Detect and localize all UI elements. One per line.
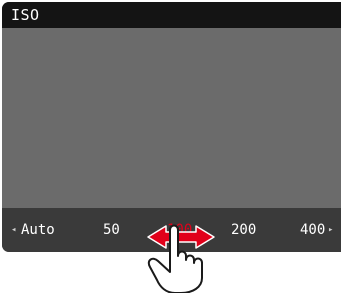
chevron-right-icon[interactable]: ▸ <box>328 225 333 235</box>
iso-option-200[interactable]: 200 <box>231 221 256 239</box>
iso-selector-bar[interactable]: ◂ Auto 50 100 200 400 ▸ <box>2 208 341 252</box>
menu-header: ISO <box>2 2 341 28</box>
iso-option-50[interactable]: 50 <box>103 221 120 239</box>
chevron-left-icon[interactable]: ◂ <box>11 225 16 235</box>
menu-title: ISO <box>11 6 40 24</box>
iso-option-auto[interactable]: Auto <box>21 221 55 239</box>
iso-option-400[interactable]: 400 <box>300 221 325 239</box>
iso-option-100-selected[interactable]: 100 <box>167 221 192 239</box>
camera-screen: ISO ◂ Auto 50 100 200 400 ▸ <box>2 2 341 252</box>
